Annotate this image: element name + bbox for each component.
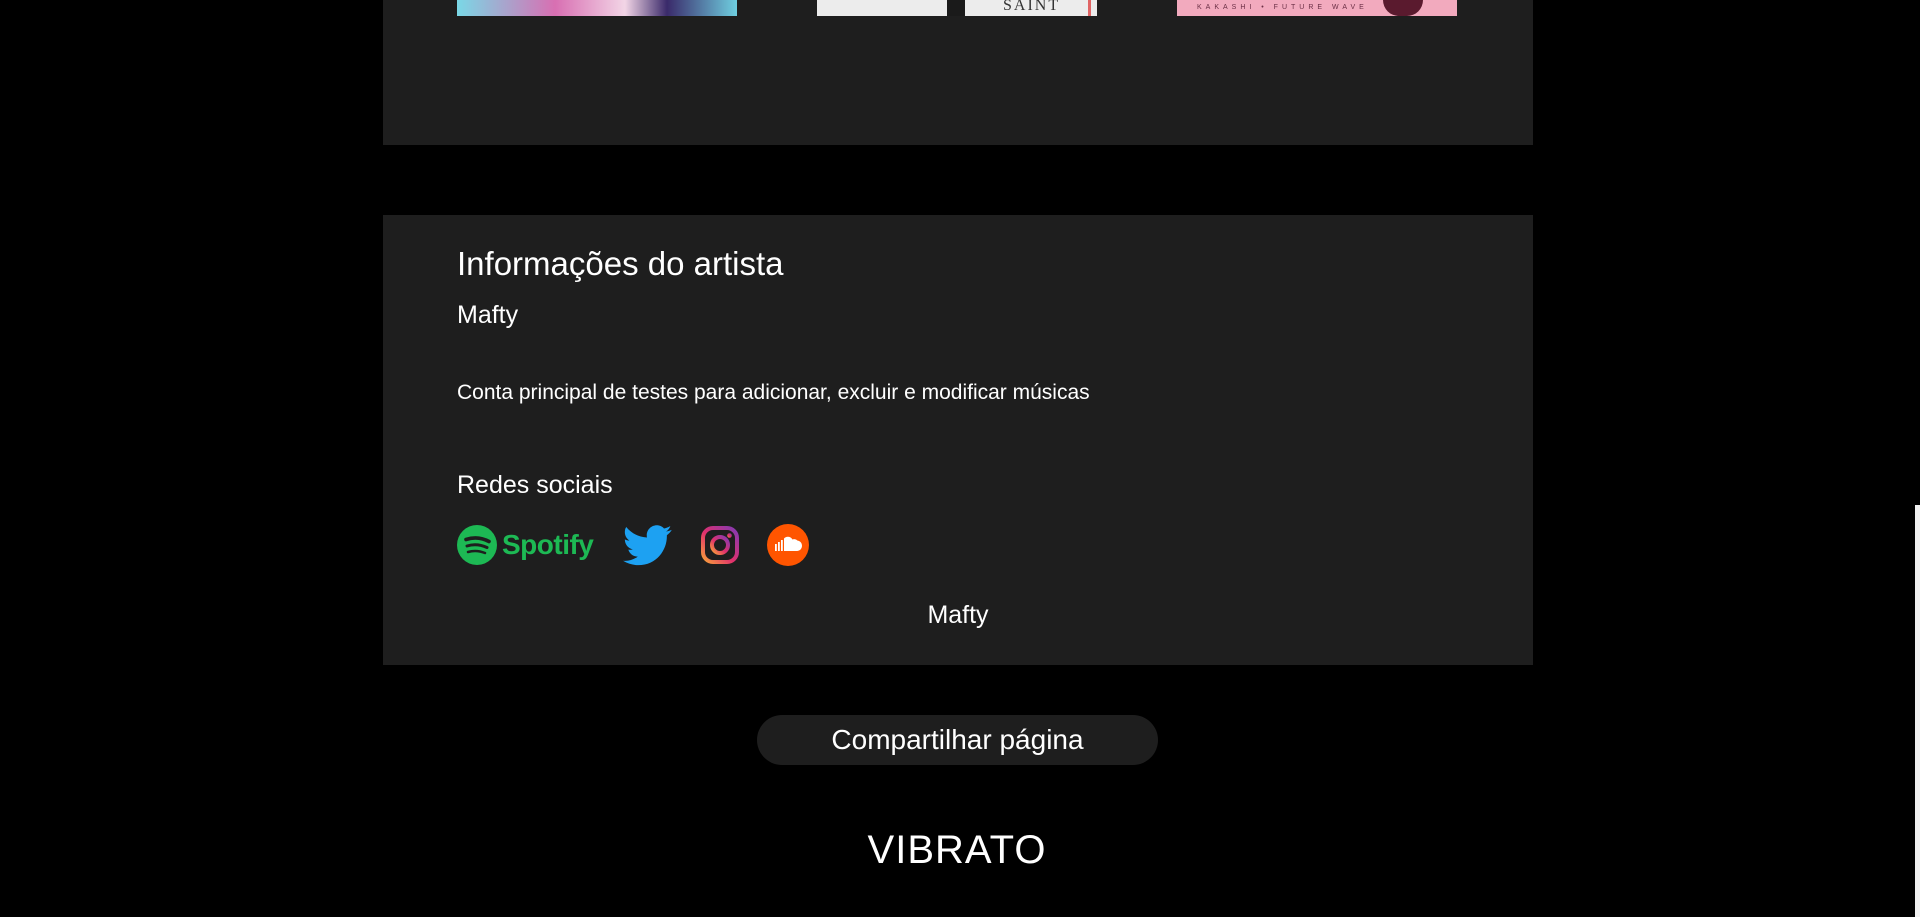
- spotify-label: Spotify: [502, 529, 594, 560]
- instagram-link[interactable]: [700, 525, 740, 565]
- soundcloud-link[interactable]: [767, 524, 810, 566]
- albums-panel: SAINT KAKASHI • FUTURE WAVE: [383, 0, 1533, 145]
- instagram-icon: [701, 526, 740, 564]
- album-cover-2[interactable]: SAINT: [817, 0, 1097, 16]
- artist-name: Mafty: [457, 301, 519, 329]
- scrollbar-thumb[interactable]: [1915, 505, 1920, 917]
- spotify-link[interactable]: Spotify: [457, 525, 594, 565]
- artist-info-panel: Informações do artista Mafty Conta princ…: [383, 215, 1533, 665]
- soundcloud-icon: [767, 524, 810, 566]
- twitter-link[interactable]: [623, 524, 673, 566]
- social-links: Spotify: [457, 523, 810, 567]
- cover-edge: [1088, 0, 1091, 16]
- artist-description: Conta principal de testes para adicionar…: [457, 381, 1090, 404]
- cover-silhouette: [947, 0, 965, 16]
- album-cover-3[interactable]: KAKASHI • FUTURE WAVE: [1177, 0, 1457, 16]
- cover-figure: [1383, 0, 1423, 16]
- album-cover-1[interactable]: [457, 0, 737, 16]
- album-cover-2-text: SAINT: [1003, 0, 1061, 14]
- brand-logo-text: VIBRATO: [867, 828, 1047, 872]
- social-title: Redes sociais: [457, 471, 613, 499]
- artist-info-title: Informações do artista: [457, 245, 784, 282]
- artist-footer-name: Mafty: [927, 601, 989, 629]
- share-page-button[interactable]: Compartilhar página: [757, 715, 1158, 765]
- spotify-icon: [457, 525, 497, 565]
- twitter-icon: [623, 524, 673, 565]
- album-cover-3-text: KAKASHI • FUTURE WAVE: [1197, 4, 1368, 11]
